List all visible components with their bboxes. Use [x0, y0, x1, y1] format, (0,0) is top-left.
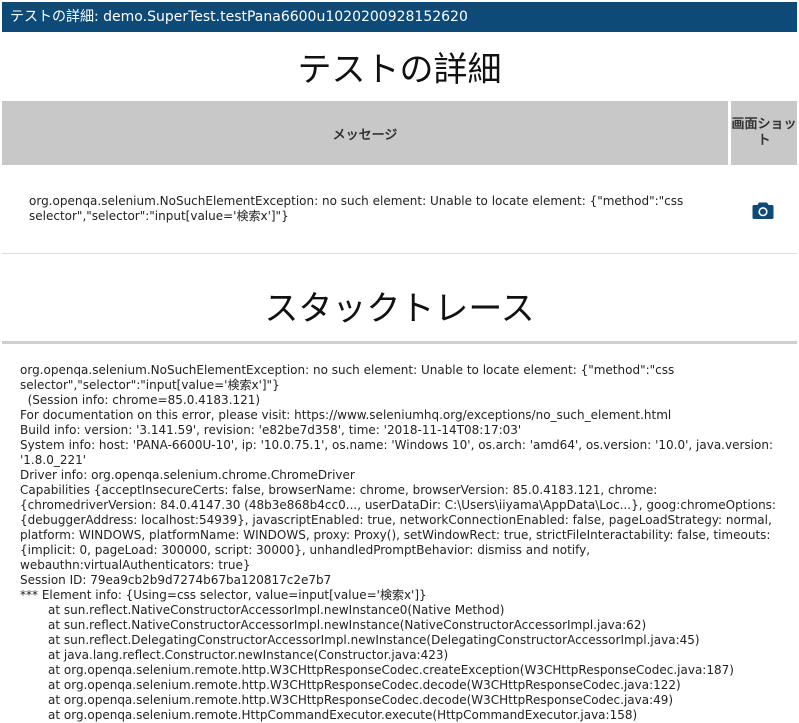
trace-line: org.openqa.selenium.NoSuchElementExcepti… — [20, 363, 675, 392]
window-title: テストの詳細: demo.SuperTest.testPana6600u1020… — [10, 9, 468, 25]
message-row: org.openqa.selenium.NoSuchElementExcepti… — [2, 165, 797, 254]
trace-line: Capabilities {acceptInsecureCerts: false… — [20, 483, 776, 572]
section-divider — [2, 341, 797, 344]
stack-frame: at org.openqa.selenium.remote.http.W3CHt… — [48, 678, 681, 692]
screenshot-cell — [729, 165, 797, 254]
stack-frame: at org.openqa.selenium.remote.HttpComman… — [48, 708, 638, 722]
trace-line: Driver info: org.openqa.selenium.chrome.… — [20, 468, 355, 482]
error-message: org.openqa.selenium.NoSuchElementExcepti… — [2, 165, 730, 254]
trace-line: Session ID: 79ea9cb2b9d7274b67ba120817c2… — [20, 573, 332, 587]
trace-line: System info: host: 'PANA-6600U-10', ip: … — [20, 438, 773, 467]
camera-icon[interactable] — [752, 201, 774, 224]
stack-frame: at sun.reflect.DelegatingConstructorAcce… — [48, 633, 700, 647]
window-title-bar: テストの詳細: demo.SuperTest.testPana6600u1020… — [2, 2, 797, 32]
trace-line: *** Element info: {Using=css selector, v… — [20, 588, 427, 602]
stacktrace-text: org.openqa.selenium.NoSuchElementExcepti… — [20, 363, 780, 723]
trace-line: For documentation on this error, please … — [20, 408, 672, 422]
stack-frame: at sun.reflect.NativeConstructorAccessor… — [48, 603, 505, 617]
column-header-screenshot: 画面ショット — [729, 101, 797, 165]
message-table: メッセージ 画面ショット org.openqa.selenium.NoSuchE… — [2, 101, 797, 254]
stack-frame: at java.lang.reflect.Constructor.newInst… — [48, 648, 449, 662]
stack-frame: at sun.reflect.NativeConstructorAccessor… — [48, 618, 647, 632]
message-table-header: メッセージ 画面ショット — [2, 101, 797, 165]
trace-line: (Session info: chrome=85.0.4183.121) — [20, 393, 261, 407]
stack-frame: at org.openqa.selenium.remote.http.W3CHt… — [48, 663, 734, 677]
stack-frame: at org.openqa.selenium.remote.http.W3CHt… — [48, 693, 674, 707]
stacktrace-heading: スタックトレース — [264, 289, 535, 329]
test-detail-heading: テストの詳細 — [297, 50, 502, 90]
trace-line: Build info: version: '3.141.59', revisio… — [20, 423, 522, 437]
column-header-message: メッセージ — [2, 101, 731, 165]
